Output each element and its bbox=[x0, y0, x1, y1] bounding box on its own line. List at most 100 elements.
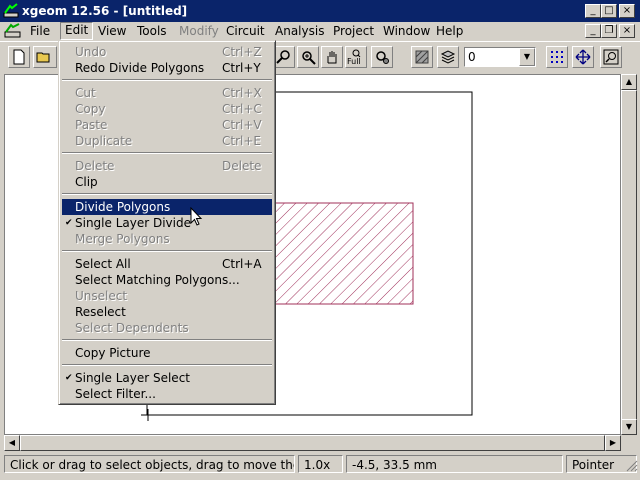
menu-item-single-layer-select[interactable]: ✔ Single Layer Select bbox=[62, 370, 272, 386]
move-button[interactable] bbox=[572, 46, 594, 68]
menu-modify[interactable]: Modify bbox=[175, 23, 223, 39]
menu-separator bbox=[62, 152, 272, 154]
menu-separator bbox=[62, 79, 272, 81]
chevron-down-icon[interactable]: ▼ bbox=[519, 48, 535, 66]
arrow-up-icon: ▲ bbox=[625, 77, 633, 86]
menu-separator bbox=[62, 364, 272, 366]
scroll-corner bbox=[621, 435, 637, 451]
mdi-restore-button[interactable]: ❐ bbox=[601, 24, 617, 38]
horizontal-scrollbar[interactable]: ◀ ▶ bbox=[4, 435, 621, 451]
edit-menu-dropdown: Undo Ctrl+Z Redo Divide Polygons Ctrl+Y Cu… bbox=[58, 40, 276, 405]
status-bar: Click or drag to select objects, drag to… bbox=[0, 453, 640, 475]
zoom-gear-icon bbox=[376, 51, 389, 64]
menu-item-shortcut: Ctrl+Y bbox=[222, 61, 261, 75]
menu-tools[interactable]: Tools bbox=[133, 23, 171, 39]
layer-hatch-button[interactable] bbox=[411, 46, 433, 68]
grid-icon bbox=[551, 51, 563, 63]
menu-item-select-filter[interactable]: Select Filter... bbox=[62, 386, 272, 402]
menu-item-delete[interactable]: Delete Delete bbox=[62, 158, 272, 174]
horizontal-scroll-thumb[interactable] bbox=[20, 435, 605, 451]
menu-item-label: Select Matching Polygons... bbox=[75, 273, 240, 287]
vertical-scroll-thumb[interactable] bbox=[621, 90, 637, 420]
menu-item-select-dependents[interactable]: Select Dependents bbox=[62, 320, 272, 336]
scroll-down-button[interactable]: ▼ bbox=[621, 419, 637, 435]
menu-separator bbox=[62, 193, 272, 195]
document-icon[interactable] bbox=[4, 23, 22, 39]
maximize-button[interactable]: □ bbox=[601, 4, 617, 18]
menu-item-label: Select All bbox=[75, 257, 131, 271]
menu-window[interactable]: Window bbox=[379, 23, 434, 39]
layer-select[interactable]: 0 ▼ bbox=[464, 47, 536, 67]
menu-item-label: Paste bbox=[75, 118, 108, 132]
status-coordinates: -4.5, 33.5 mm bbox=[346, 455, 563, 473]
fit-full-button[interactable]: Full bbox=[345, 46, 367, 68]
menu-item-copy[interactable]: Copy Ctrl+C bbox=[62, 101, 272, 117]
menu-help[interactable]: Help bbox=[432, 23, 467, 39]
menu-item-label: Single Layer Select bbox=[75, 371, 190, 385]
menu-item-label: Copy Picture bbox=[75, 346, 151, 360]
menu-item-cut[interactable]: Cut Ctrl+X bbox=[62, 85, 272, 101]
scroll-up-button[interactable]: ▲ bbox=[621, 74, 637, 90]
scroll-right-button[interactable]: ▶ bbox=[605, 435, 621, 451]
menu-item-paste[interactable]: Paste Ctrl+V bbox=[62, 117, 272, 133]
menu-bar: File Edit View Tools Modify Circuit Anal… bbox=[0, 22, 640, 40]
title-bar: xgeom 12.56 - [untitled] _ □ × bbox=[0, 0, 640, 22]
menu-item-label: Select Filter... bbox=[75, 387, 156, 401]
menu-item-redo[interactable]: Redo Divide Polygons Ctrl+Y bbox=[62, 60, 272, 76]
menu-circuit[interactable]: Circuit bbox=[222, 23, 269, 39]
open-button[interactable] bbox=[33, 46, 57, 68]
origin-crosshair bbox=[141, 409, 164, 421]
menu-item-label: Select Dependents bbox=[75, 321, 189, 335]
zoom-window-button[interactable] bbox=[600, 46, 622, 68]
menu-item-duplicate[interactable]: Duplicate Ctrl+E bbox=[62, 133, 272, 149]
menu-item-merge-polygons[interactable]: Merge Polygons bbox=[62, 231, 272, 247]
menu-item-label: Copy bbox=[75, 102, 106, 116]
app-icon[interactable] bbox=[3, 3, 19, 19]
zoom-in-button[interactable] bbox=[297, 46, 319, 68]
menu-item-shortcut: Delete bbox=[222, 159, 262, 173]
grid-button[interactable] bbox=[546, 46, 568, 68]
fit-full-label: Full bbox=[347, 57, 361, 66]
layers-icon bbox=[440, 50, 456, 64]
menu-item-label: Unselect bbox=[75, 289, 128, 303]
mdi-close-button[interactable]: × bbox=[619, 24, 635, 38]
menu-item-divide-polygons[interactable]: Divide Polygons bbox=[62, 199, 272, 215]
minimize-button[interactable]: _ bbox=[585, 4, 601, 18]
menu-file[interactable]: File bbox=[26, 23, 54, 39]
menu-item-reselect[interactable]: Reselect bbox=[62, 304, 272, 320]
zoom-box-icon bbox=[603, 49, 619, 65]
menu-item-unselect[interactable]: Unselect bbox=[62, 288, 272, 304]
hand-icon bbox=[327, 51, 337, 64]
zoom-button[interactable] bbox=[273, 46, 295, 68]
menu-item-label: Cut bbox=[75, 86, 96, 100]
menu-item-clip[interactable]: Clip bbox=[62, 174, 272, 190]
arrow-right-icon: ▶ bbox=[609, 438, 617, 447]
menu-item-select-matching[interactable]: Select Matching Polygons... bbox=[62, 272, 272, 288]
menu-edit[interactable]: Edit bbox=[60, 22, 94, 40]
vertical-scrollbar[interactable]: ▲ ▼ bbox=[621, 74, 637, 435]
checkmark-icon: ✔ bbox=[65, 218, 73, 228]
close-button[interactable]: × bbox=[619, 4, 635, 18]
minimize-icon: _ bbox=[590, 5, 596, 16]
checkmark-icon: ✔ bbox=[65, 373, 73, 383]
zoom-options-button[interactable] bbox=[371, 46, 393, 68]
menu-item-single-layer-divide[interactable]: ✔ Single Layer Divide bbox=[62, 215, 272, 231]
maximize-icon: □ bbox=[604, 5, 614, 16]
menu-item-copy-picture[interactable]: Copy Picture bbox=[62, 345, 272, 361]
layer-stack-button[interactable] bbox=[437, 46, 459, 68]
restore-icon: ❐ bbox=[604, 25, 614, 36]
resize-grip-icon[interactable] bbox=[626, 460, 638, 472]
move-arrows-icon bbox=[575, 49, 591, 65]
new-button[interactable] bbox=[8, 46, 30, 68]
menu-item-shortcut: Ctrl+C bbox=[222, 102, 262, 116]
menu-item-label: Delete bbox=[75, 159, 115, 173]
pan-button[interactable] bbox=[321, 46, 343, 68]
menu-item-select-all[interactable]: Select All Ctrl+A bbox=[62, 256, 272, 272]
menu-view[interactable]: View bbox=[94, 23, 130, 39]
menu-item-undo[interactable]: Undo Ctrl+Z bbox=[62, 44, 272, 60]
mdi-minimize-button[interactable]: _ bbox=[585, 24, 601, 38]
menu-item-label: Undo bbox=[75, 45, 107, 59]
scroll-left-button[interactable]: ◀ bbox=[4, 435, 20, 451]
menu-project[interactable]: Project bbox=[329, 23, 378, 39]
menu-analysis[interactable]: Analysis bbox=[271, 23, 328, 39]
